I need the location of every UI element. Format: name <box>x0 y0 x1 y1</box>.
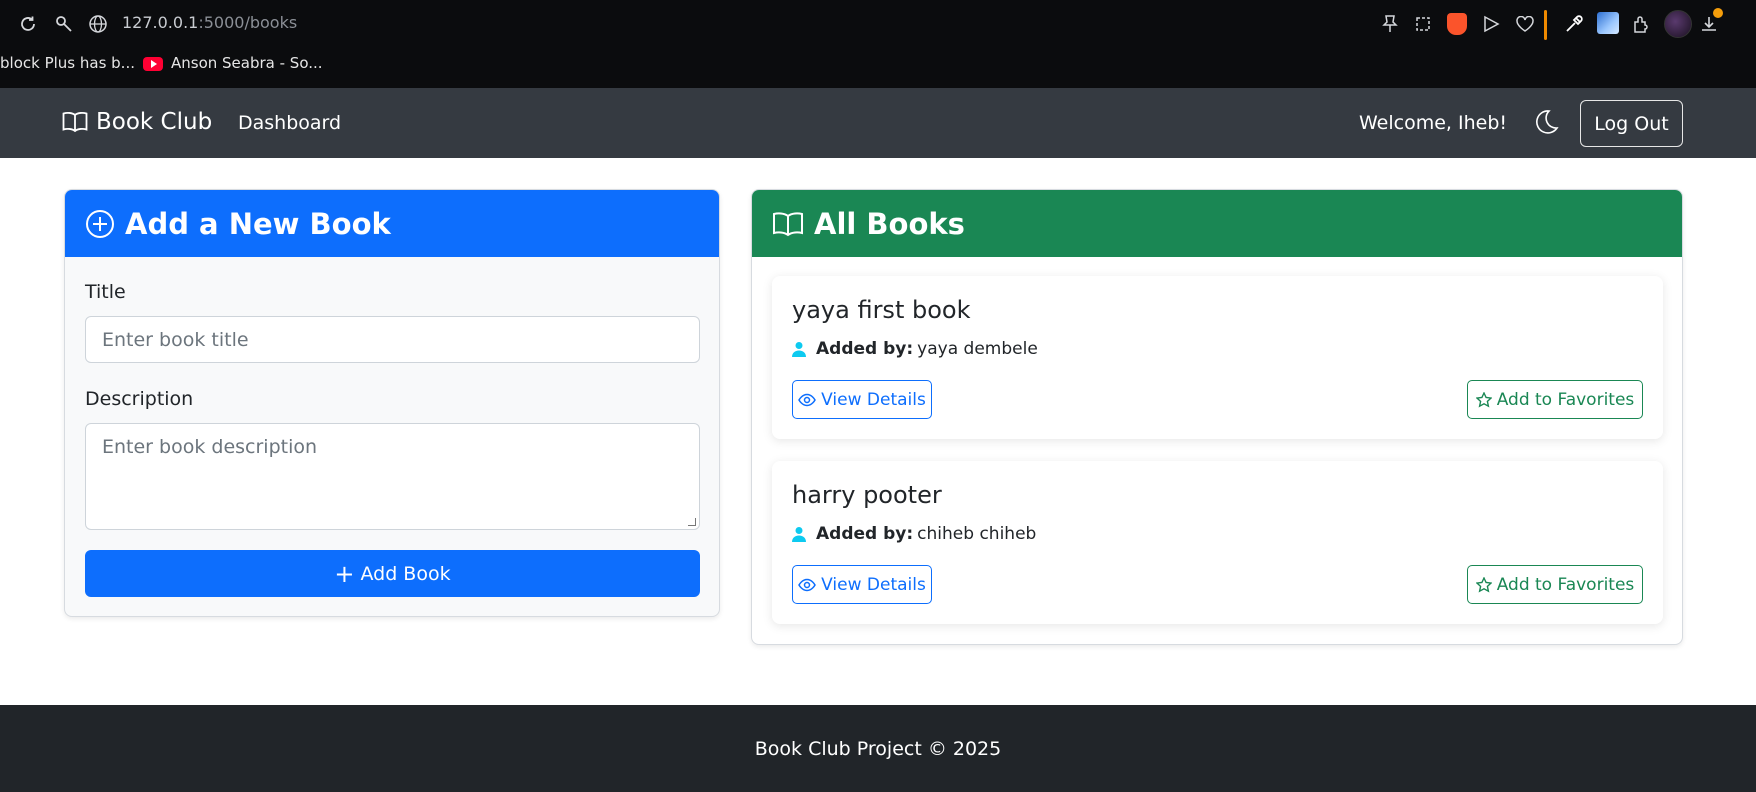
description-textarea[interactable]: Enter book description <box>85 423 700 530</box>
brand-label: Book Club <box>96 109 213 135</box>
add-book-card: Add a New Book Title Enter book title De… <box>64 189 720 617</box>
book-icon <box>62 111 88 133</box>
add-to-favorites-label: Add to Favorites <box>1496 574 1635 595</box>
view-details-button[interactable]: View Details <box>792 380 932 419</box>
user-icon <box>792 527 806 542</box>
added-by-user: yaya dembele <box>917 339 1038 359</box>
view-details-button[interactable]: View Details <box>792 565 932 604</box>
extensions-icon[interactable] <box>1630 12 1654 36</box>
title-input[interactable]: Enter book title <box>85 316 700 363</box>
book-added-by: Added by: chiheb chiheb <box>792 524 1036 544</box>
all-books-card: All Books yaya first book Added by: yaya… <box>751 189 1683 645</box>
all-books-title: All Books <box>814 206 965 241</box>
title-label: Title <box>85 281 126 303</box>
view-details-label: View Details <box>821 574 926 595</box>
url-host: 127.0.0.1 <box>122 13 199 32</box>
nav-link-dashboard[interactable]: Dashboard <box>238 112 341 134</box>
added-by-label: Added by: <box>816 524 914 544</box>
book-card: harry pooter Added by: chiheb chiheb Vie… <box>772 461 1663 624</box>
moon-icon[interactable] <box>1530 108 1560 142</box>
heart-icon[interactable] <box>1513 12 1537 36</box>
bookmark-item[interactable]: block Plus has b... <box>0 54 135 72</box>
book-added-by: Added by: yaya dembele <box>792 339 1038 359</box>
star-icon <box>1475 576 1492 593</box>
reload-icon[interactable] <box>16 12 40 36</box>
add-book-header: Add a New Book <box>65 190 719 257</box>
user-icon <box>792 342 806 357</box>
add-book-button-label: Add Book <box>360 562 451 585</box>
book-title: yaya first book <box>792 296 971 324</box>
navbar: Book Club Dashboard Welcome, Iheb! Log O… <box>0 88 1756 158</box>
book-icon <box>773 211 803 236</box>
browser-chrome: 127.0.0.1:5000/books block Plus has b... <box>0 0 1756 88</box>
address-bar-row: 127.0.0.1:5000/books <box>0 0 1756 48</box>
plus-icon: + <box>334 559 355 588</box>
added-by-user: chiheb chiheb <box>917 524 1037 544</box>
eye-icon <box>798 578 817 591</box>
address-url[interactable]: 127.0.0.1:5000/books <box>122 13 297 32</box>
photo-extension-icon[interactable] <box>1597 12 1619 34</box>
plus-circle-icon <box>86 209 114 238</box>
add-to-favorites-button[interactable]: Add to Favorites <box>1467 380 1643 419</box>
add-book-title: Add a New Book <box>125 206 391 241</box>
footer-text: Book Club Project © 2025 <box>754 737 1002 760</box>
url-path: :5000/books <box>198 13 298 32</box>
eye-icon <box>798 393 817 406</box>
site-info-icon[interactable] <box>52 12 76 36</box>
description-label: Description <box>85 388 194 410</box>
logout-button[interactable]: Log Out <box>1580 100 1683 147</box>
eyedropper-icon[interactable] <box>1562 12 1586 36</box>
pin-icon[interactable] <box>1378 12 1402 36</box>
resize-handle[interactable] <box>688 518 696 526</box>
book-title: harry pooter <box>792 481 942 509</box>
added-by-label: Added by: <box>816 339 914 359</box>
add-to-favorites-button[interactable]: Add to Favorites <box>1467 565 1643 604</box>
star-icon <box>1475 391 1492 408</box>
send-icon[interactable] <box>1479 12 1503 36</box>
profile-avatar[interactable] <box>1664 10 1692 38</box>
description-placeholder: Enter book description <box>102 436 318 458</box>
book-card: yaya first book Added by: yaya dembele V… <box>772 276 1663 439</box>
bookmark-item[interactable]: Anson Seabra - So... <box>171 54 323 72</box>
all-books-header: All Books <box>752 190 1682 257</box>
add-book-button[interactable]: + Add Book <box>85 550 700 597</box>
add-to-favorites-label: Add to Favorites <box>1496 389 1635 410</box>
brand-link[interactable]: Book Club <box>62 109 212 135</box>
globe-icon <box>86 12 110 36</box>
download-badge <box>1713 8 1723 18</box>
brave-shield-icon[interactable] <box>1447 13 1467 35</box>
welcome-text: Welcome, Iheb! <box>1359 112 1508 134</box>
toolbar-separator <box>1544 10 1547 40</box>
youtube-icon <box>143 57 163 71</box>
footer: Book Club Project © 2025 <box>0 705 1756 792</box>
view-details-label: View Details <box>821 389 926 410</box>
screenshot-icon[interactable] <box>1411 12 1435 36</box>
